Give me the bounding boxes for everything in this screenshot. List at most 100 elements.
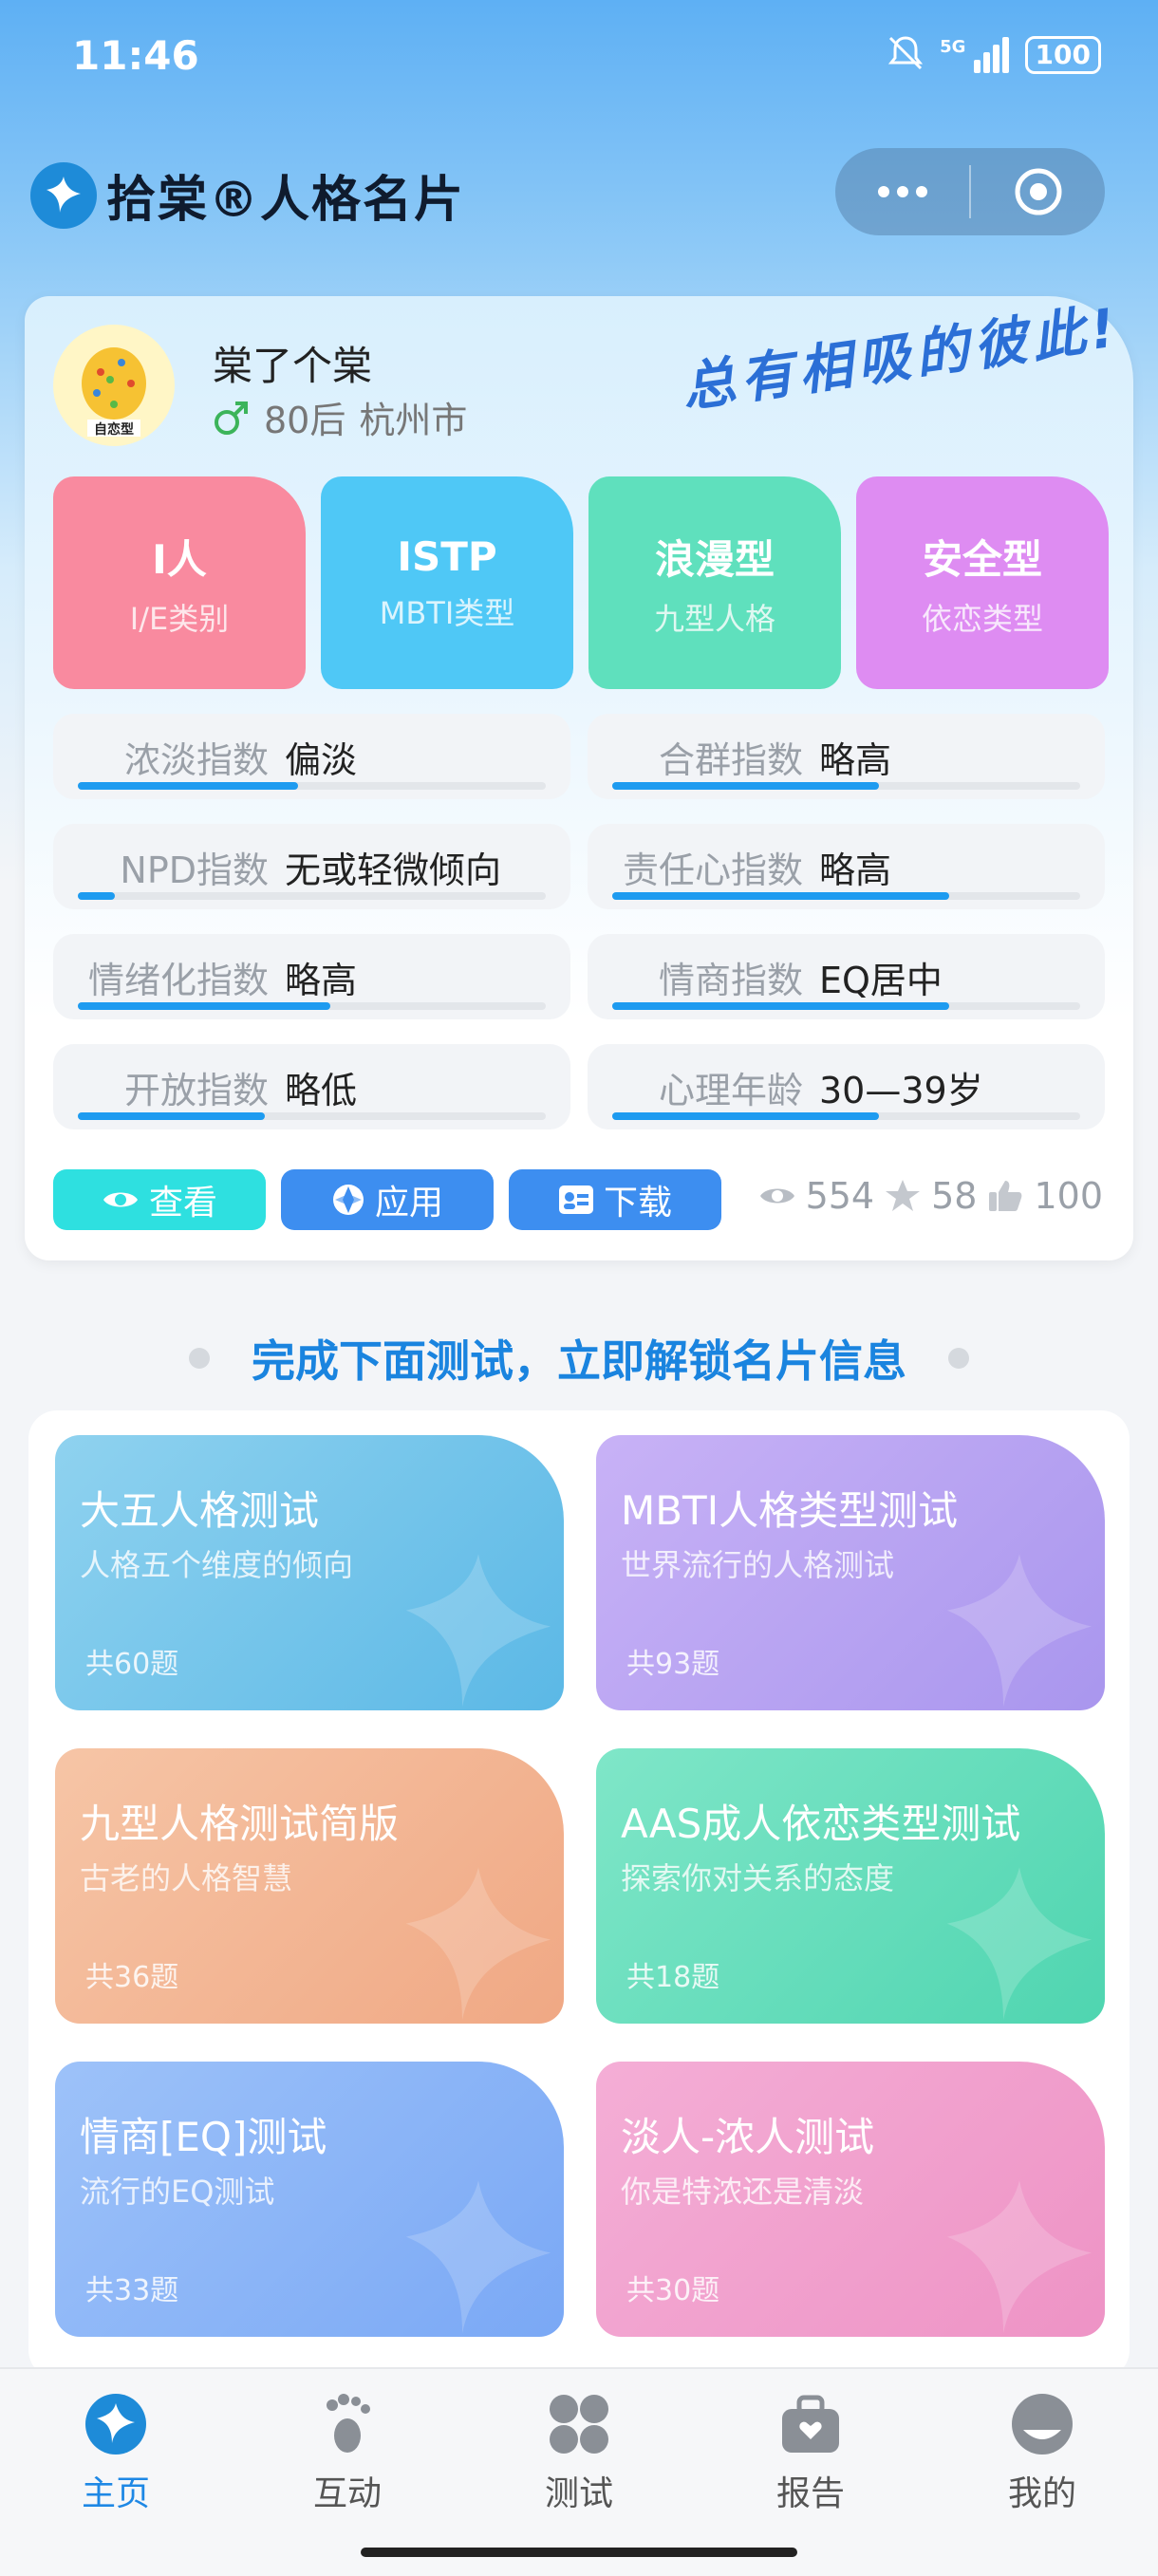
test-subtitle: 世界流行的人格测试 — [621, 1547, 895, 1583]
apply-button[interactable]: 应用 — [281, 1169, 494, 1230]
male-icon — [215, 401, 248, 435]
test-card-big-five[interactable]: 大五人格测试 人格五个维度的倾向 共60题 — [55, 1435, 564, 1710]
test-title: MBTI人格类型测试 — [621, 1487, 959, 1534]
metric-value: 无或轻微倾向 — [285, 849, 502, 891]
tab-report[interactable]: 报告 — [735, 2390, 887, 2515]
metric-fill — [78, 1002, 331, 1010]
metric-track — [612, 1112, 1080, 1120]
mini-program-capsule — [835, 148, 1105, 235]
metric-item: 开放指数 略低 — [53, 1044, 570, 1129]
view-button[interactable]: 查看 — [53, 1169, 266, 1230]
test-card-eq[interactable]: 情商[EQ]测试 流行的EQ测试 共33题 — [55, 2062, 564, 2337]
metric-value: 略低 — [285, 1070, 358, 1111]
target-circle-icon — [1015, 168, 1061, 215]
heading-dot-left — [189, 1348, 210, 1369]
tab-label: 我的 — [1007, 2474, 1076, 2513]
metric-value: 偏淡 — [285, 739, 358, 781]
metric-item: 合群指数 略高 — [588, 714, 1105, 799]
profile-face-icon — [1008, 2390, 1076, 2458]
view-label: 查看 — [148, 1184, 217, 1223]
user-generation: 80后 — [264, 400, 346, 441]
tail-watermark-icon — [946, 1554, 1093, 1708]
metric-value: EQ居中 — [819, 960, 943, 1001]
metric-fill — [612, 782, 879, 790]
metric-label: 开放指数 — [123, 1070, 269, 1111]
metric-track — [78, 1112, 546, 1120]
tail-watermark-icon — [946, 1867, 1093, 2021]
views-eye-icon — [759, 1188, 794, 1204]
profile-card: 自恋型 棠了个棠 80后 杭州市 总有相吸的彼此! I人 I/E类别 ISTP … — [25, 296, 1133, 1260]
more-button[interactable] — [835, 148, 969, 235]
avatar-caption: 自恋型 — [94, 422, 134, 438]
section-heading: 完成下面测试，立即解锁名片信息 — [0, 1327, 1158, 1390]
tab-label: 报告 — [775, 2474, 845, 2513]
metric-track — [78, 782, 546, 790]
tail-watermark-icon — [946, 2180, 1093, 2334]
aperture-icon — [332, 1185, 364, 1215]
metric-item: 浓淡指数 偏淡 — [53, 714, 570, 799]
tag-ie[interactable]: I人 I/E类别 — [53, 476, 306, 689]
thumb-up-icon[interactable] — [986, 1177, 1024, 1215]
metric-track — [78, 1002, 546, 1010]
close-program-button[interactable] — [971, 148, 1105, 235]
eye-icon — [103, 1192, 138, 1207]
metrics-grid: 浓淡指数 偏淡 合群指数 略高 NPD指数 无或轻微倾向 责任心指数 略高 情绪化指数略… — [53, 714, 1105, 1129]
star-icon[interactable] — [884, 1177, 922, 1215]
metric-fill — [612, 1112, 879, 1120]
test-subtitle: 古老的人格智慧 — [80, 1860, 293, 1896]
id-card-icon — [558, 1185, 593, 1214]
test-card-aas[interactable]: AAS成人依恋类型测试 探索你对关系的态度 共18题 — [596, 1748, 1105, 2024]
test-count: 共33题 — [85, 2274, 179, 2307]
tab-tests[interactable]: 测试 — [503, 2390, 655, 2515]
section-title-text: 完成下面测试，立即解锁名片信息 — [252, 1335, 906, 1387]
tag-mbti[interactable]: ISTP MBTI类型 — [321, 476, 573, 689]
metric-value: 30—39岁 — [819, 1070, 983, 1111]
tag-enneagram[interactable]: 浪漫型 九型人格 — [588, 476, 841, 689]
tab-me[interactable]: 我的 — [966, 2390, 1118, 2515]
metric-label: 责任心指数 — [622, 849, 803, 891]
tab-interact[interactable]: 互动 — [271, 2390, 423, 2515]
tag-main: I人 — [152, 535, 207, 583]
test-card-mbti[interactable]: MBTI人格类型测试 世界流行的人格测试 共93题 — [596, 1435, 1105, 1710]
test-title: 情商[EQ]测试 — [80, 2114, 327, 2160]
metric-value: 略高 — [285, 960, 358, 1001]
tests-panel: 大五人格测试 人格五个维度的倾向 共60题 MBTI人格类型测试 世界流行的人格… — [28, 1410, 1130, 2379]
metric-track — [612, 1002, 1080, 1010]
test-count: 共36题 — [85, 1961, 179, 1994]
test-count: 共30题 — [626, 2274, 720, 2307]
metric-label: 合群指数 — [658, 739, 803, 781]
heading-dot-right — [948, 1348, 969, 1369]
metric-fill — [78, 782, 298, 790]
card-stats: 554 58 100 — [758, 1175, 1103, 1217]
test-title: 九型人格测试简版 — [80, 1801, 400, 1847]
tab-home[interactable]: 主页 — [40, 2390, 192, 2515]
tail-watermark-icon — [405, 1867, 551, 2021]
test-subtitle: 你是特浓还是清淡 — [621, 2174, 865, 2210]
views-count: 554 — [805, 1175, 875, 1217]
tag-main: 浪漫型 — [654, 535, 775, 583]
test-title: 大五人格测试 — [80, 1487, 320, 1534]
likes-count: 100 — [1034, 1175, 1103, 1217]
download-button[interactable]: 下载 — [509, 1169, 721, 1230]
avatar[interactable]: 自恋型 — [53, 325, 175, 446]
test-card-enneagram[interactable]: 九型人格测试简版 古老的人格智慧 共36题 — [55, 1748, 564, 2024]
test-subtitle: 探索你对关系的态度 — [621, 1860, 895, 1896]
metric-label: 浓淡指数 — [123, 739, 269, 781]
tab-label: 测试 — [544, 2474, 613, 2513]
test-subtitle: 流行的EQ测试 — [80, 2174, 275, 2210]
metric-fill — [78, 892, 116, 900]
test-count: 共60题 — [85, 1648, 179, 1681]
test-title: 淡人-浓人测试 — [621, 2114, 875, 2160]
metric-fill — [78, 1112, 266, 1120]
report-bag-icon — [776, 2390, 845, 2458]
metric-track — [612, 782, 1080, 790]
user-city: 杭州市 — [359, 400, 468, 441]
test-subtitle: 人格五个维度的倾向 — [80, 1547, 354, 1583]
tab-label: 互动 — [312, 2474, 382, 2513]
tag-attachment[interactable]: 安全型 依恋类型 — [856, 476, 1109, 689]
metric-item: 情绪化指数 略高 — [53, 934, 570, 1019]
tag-sub: 依恋类型 — [921, 600, 1043, 637]
metric-value: 略高 — [819, 849, 892, 891]
tag-sub: MBTI类型 — [379, 594, 515, 631]
test-card-intensity[interactable]: 淡人-浓人测试 你是特浓还是清淡 共30题 — [596, 2062, 1105, 2337]
